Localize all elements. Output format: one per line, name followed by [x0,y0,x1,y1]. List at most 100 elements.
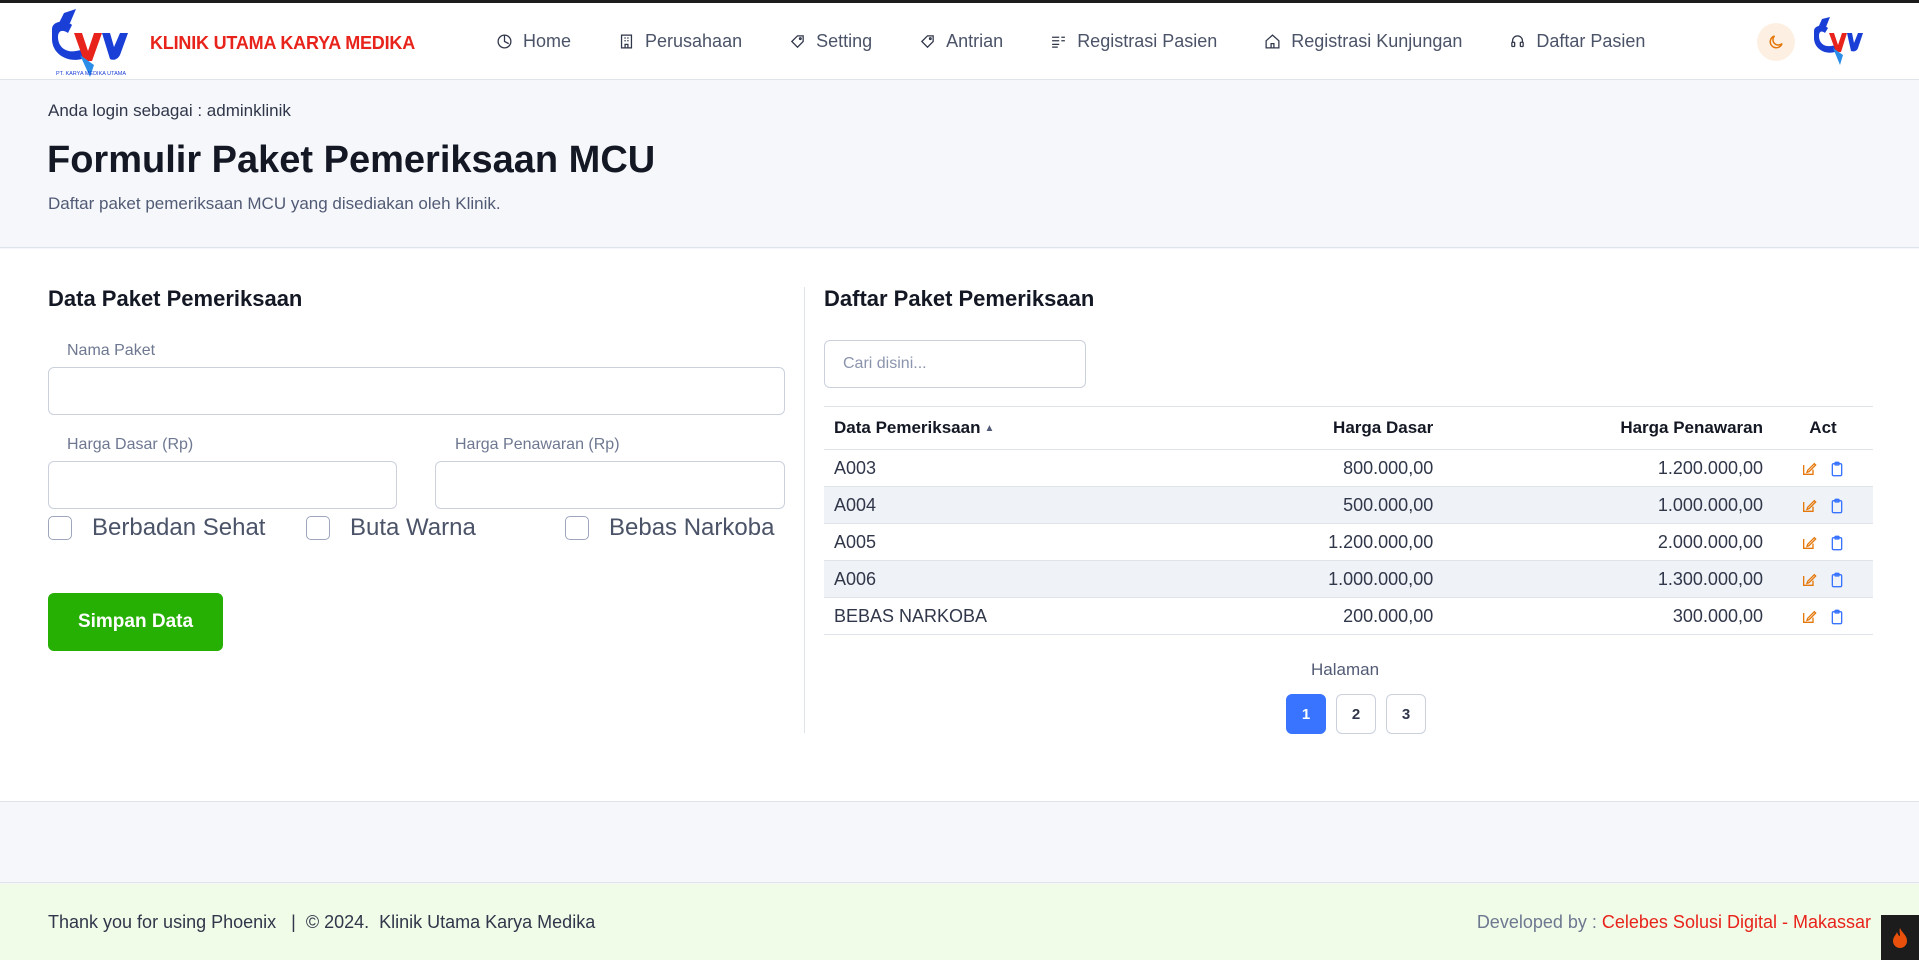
table-header-row: Data Pemeriksaan ▲︎ Harga Dasar Harga Pen… [824,406,1873,450]
cell-harga-dasar: 200.000,00 [1189,597,1444,635]
clipboard-icon[interactable] [1829,535,1845,551]
pagination: 123 [1286,694,1436,734]
cell-actions [1773,449,1873,487]
cell-name: BEBAS NARKOBA [824,597,1190,635]
cell-actions [1773,560,1873,598]
nav-item-setting[interactable]: Setting [789,31,872,52]
footer-credit: Thank you for using Phoenix | © 2024. Kl… [48,912,596,932]
checkbox-label: Bebas Narkoba [609,514,775,541]
harga-penawaran-label: Harga Penawaran (Rp) [455,436,620,453]
clock-icon [497,34,512,49]
cell-name: A005 [824,523,1190,561]
edit-icon[interactable] [1801,535,1817,551]
nav-item-registrasi-pasien[interactable]: Registrasi Pasien [1050,31,1217,52]
checkbox-box[interactable] [48,516,72,540]
cell-harga-penawaran: 1.300.000,00 [1443,560,1773,598]
save-button[interactable]: Simpan Data [48,593,223,651]
navbar: PT. KARYA MEDIKA UTAMA KLINIK UTAMA KARY… [0,3,1919,80]
main-content: Data Paket Pemeriksaan Nama Paket Harga … [0,249,1919,802]
page-header: Anda login sebagai : adminklinik Formuli… [0,81,1919,248]
nama-paket-input[interactable] [48,367,785,415]
cell-harga-dasar: 800.000,00 [1189,449,1444,487]
developer-link[interactable]: Celebes Solusi Digital - Makassar [1602,912,1871,932]
clipboard-icon[interactable] [1829,498,1845,514]
list-section-title: Daftar Paket Pemeriksaan [824,286,1095,311]
berbadan-sehat-checkbox[interactable]: Berbadan Sehat [48,514,265,542]
search-input[interactable] [824,340,1086,388]
cell-name: A004 [824,486,1190,524]
edit-icon[interactable] [1801,461,1817,477]
corner-flame-badge[interactable] [1881,915,1919,960]
harga-penawaran-input[interactable] [435,461,785,509]
cell-harga-dasar: 1.000.000,00 [1189,560,1444,598]
harga-dasar-input[interactable] [48,461,397,509]
page-button-3[interactable]: 3 [1386,694,1426,734]
tag-icon [921,35,934,49]
nav-item-label: Antrian [946,31,1004,51]
edit-icon[interactable] [1801,609,1817,625]
cell-harga-penawaran: 2.000.000,00 [1443,523,1773,561]
nav-item-daftar-pasien[interactable]: Daftar Pasien [1509,31,1645,52]
flame-icon [1893,927,1907,948]
headset-icon [1511,35,1525,48]
cell-harga-dasar: 500.000,00 [1189,486,1444,524]
column-header-harga-penawaran: Harga Penawaran [1443,406,1773,450]
checkbox-label: Berbadan Sehat [92,514,266,541]
cell-harga-penawaran: 1.000.000,00 [1443,486,1773,524]
page-subtitle: Daftar paket pemeriksaan MCU yang disedi… [48,194,501,213]
cell-harga-dasar: 1.200.000,00 [1189,523,1444,561]
table-row: A003 800.000,00 1.200.000,00 [824,449,1873,487]
home-icon [1265,34,1280,49]
moon-icon [1769,35,1783,49]
pager-label: Halaman [1311,660,1380,679]
nav-item-registrasi-kunjungan[interactable]: Registrasi Kunjungan [1264,31,1462,52]
nav-menu: Home Perusahaan Setting Antrian Registra… [496,3,1692,80]
buta-warna-checkbox[interactable]: Buta Warna [306,514,476,542]
bebas-narkoba-checkbox[interactable]: Bebas Narkoba [565,514,774,542]
sort-icon[interactable]: ▲︎ [984,423,994,434]
footer: Thank you for using Phoenix | © 2024. Kl… [0,884,1919,960]
table-row: A006 1.000.000,00 1.300.000,00 [824,560,1873,598]
cell-actions [1773,523,1873,561]
checkbox-label: Buta Warna [350,514,476,541]
page-button-2[interactable]: 2 [1336,694,1376,734]
clipboard-icon[interactable] [1829,461,1845,477]
cell-name: A006 [824,560,1190,598]
developed-by-label: Developed by : [1476,912,1602,932]
form-section-title: Data Paket Pemeriksaan [48,286,303,311]
brand-logo: PT. KARYA MEDIKA UTAMA [52,9,128,77]
nav-item-antrian[interactable]: Antrian [919,31,1003,52]
clipboard-icon[interactable] [1829,572,1845,588]
login-info: Anda login sebagai : adminklinik [48,101,291,120]
column-header-data-pemeriksaan[interactable]: Data Pemeriksaan ▲︎ [824,406,1190,450]
checkbox-box[interactable] [565,516,589,540]
cell-name: A003 [824,449,1190,487]
paket-table: Data Pemeriksaan ▲︎ Harga Dasar Harga Pen… [824,406,1873,635]
nama-paket-label: Nama Paket [67,342,156,359]
table-row: A004 500.000,00 1.000.000,00 [824,486,1873,524]
edit-icon[interactable] [1801,498,1817,514]
cell-harga-penawaran: 1.200.000,00 [1443,449,1773,487]
page-button-1[interactable]: 1 [1286,694,1326,734]
page-title: Formulir Paket Pemeriksaan MCU [47,139,656,181]
checkbox-box[interactable] [306,516,330,540]
nav-item-label: Registrasi Kunjungan [1291,31,1463,51]
nav-item-perusahaan[interactable]: Perusahaan [618,31,742,52]
column-header-harga-dasar: Harga Dasar [1189,406,1444,450]
footer-spacer [0,803,1919,883]
column-divider [804,287,805,733]
nav-item-label: Daftar Pasien [1536,31,1646,51]
edit-icon[interactable] [1801,572,1817,588]
nav-item-home[interactable]: Home [496,31,571,52]
cell-harga-penawaran: 300.000,00 [1443,597,1773,635]
brand[interactable]: PT. KARYA MEDIKA UTAMA KLINIK UTAMA KARY… [46,7,415,79]
table-row: BEBAS NARKOBA 200.000,00 300.000,00 [824,597,1873,635]
avatar[interactable] [1810,15,1866,69]
nav-item-label: Registrasi Pasien [1077,31,1218,51]
cell-actions [1773,486,1873,524]
table-body: A003 800.000,00 1.200.000,00 A004 500.000,00… [824,449,1873,635]
theme-toggle-button[interactable] [1757,23,1795,61]
clipboard-icon[interactable] [1829,609,1845,625]
logo-caption: PT. KARYA MEDIKA UTAMA [56,71,126,77]
brand-name: KLINIK UTAMA KARYA MEDIKA [150,33,415,53]
